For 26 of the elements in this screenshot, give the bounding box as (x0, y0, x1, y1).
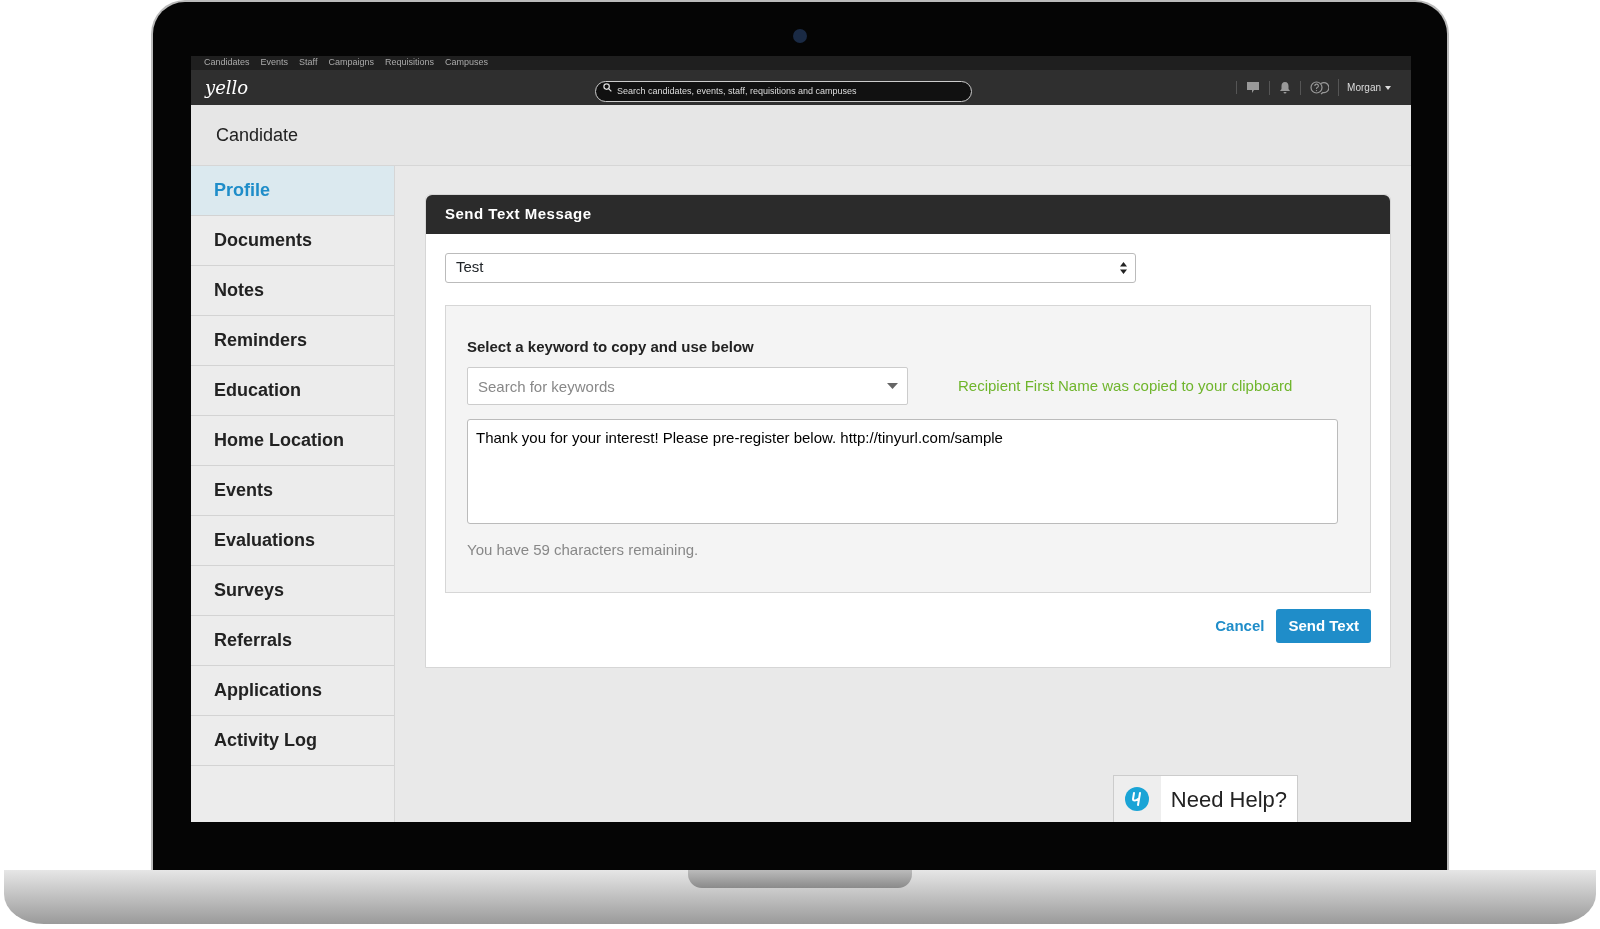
top-nav-link[interactable]: Staff (299, 56, 318, 70)
logo-icon (1125, 787, 1150, 811)
camera-dot (793, 29, 807, 43)
copy-notice: Recipient First Name was copied to your clipboard (958, 375, 1293, 396)
message-field[interactable]: Thank you for your interest! Please pre-register below. http://tinyurl.com/sample (467, 419, 1338, 524)
characters-remaining: You have 59 characters remaining. (467, 540, 700, 560)
caret-icon (1385, 85, 1391, 90)
top-nav-link[interactable]: Candidates (204, 56, 250, 70)
help-bubbles-icon[interactable] (1310, 80, 1330, 95)
bell-icon[interactable] (1279, 80, 1292, 95)
template-select[interactable]: Test (445, 252, 1136, 283)
user-menu[interactable]: Morgan (1338, 79, 1397, 96)
dialog-title: Send Text Message (426, 195, 1390, 234)
chat-icon[interactable] (1246, 81, 1261, 94)
top-nav-link[interactable]: Requisitions (384, 56, 434, 70)
logo[interactable]: yello (205, 74, 595, 101)
keyword-search-field[interactable]: Search for keywords (467, 367, 908, 405)
top-nav-link[interactable]: Events (260, 56, 289, 70)
keyword-label: Select a keyword to copy and use below (467, 336, 755, 357)
cancel-button[interactable]: Cancel (1215, 614, 1265, 637)
top-nav-link[interactable]: Campuses (445, 56, 488, 70)
caret-icon (887, 383, 898, 389)
search-field[interactable]: Search candidates, events, staff, requisitions and campuses (595, 80, 972, 102)
up-down-arrows-icon (1120, 261, 1127, 274)
top-nav-link[interactable]: Campaigns (328, 56, 374, 70)
send-text-button[interactable]: Send Text (1276, 608, 1371, 643)
